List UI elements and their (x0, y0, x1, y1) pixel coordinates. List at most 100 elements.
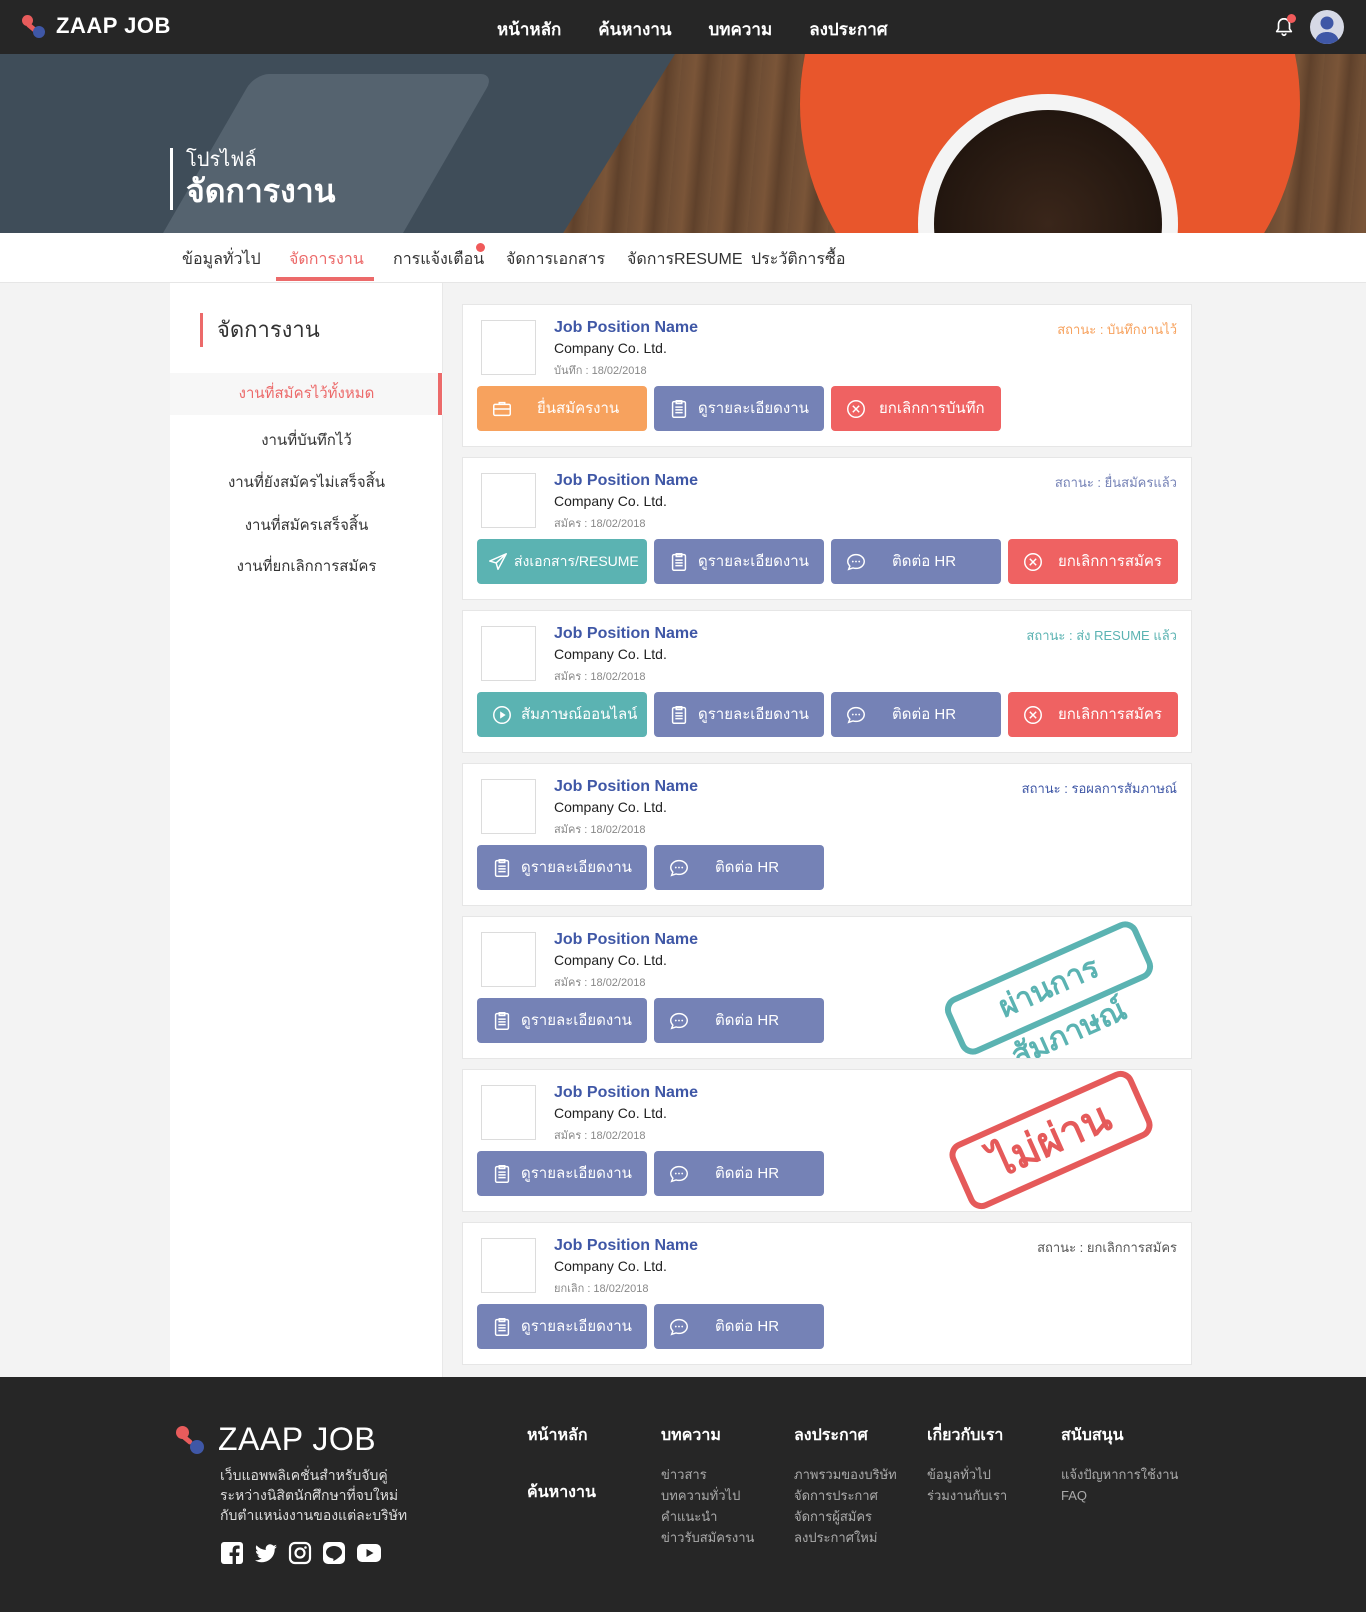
twitter-icon[interactable] (254, 1541, 278, 1565)
job-name[interactable]: Job Position Name (554, 931, 698, 949)
view-details-button[interactable]: ดูรายละเอียดงาน (477, 845, 647, 890)
company-logo (481, 779, 536, 834)
footer-link[interactable]: FAQ (1061, 1485, 1178, 1506)
footer-link[interactable]: ร่วมงานกับเรา (927, 1485, 1007, 1506)
main-nav: หน้าหลัก ค้นหางาน บทความ ลงประกาศ (497, 16, 888, 43)
view-details-button[interactable]: ดูรายละเอียดงาน (477, 1304, 647, 1349)
footer-heading[interactable]: เกี่ยวกับเรา (927, 1423, 1007, 1448)
job-name[interactable]: Job Position Name (554, 778, 698, 796)
job-name[interactable]: Job Position Name (554, 1237, 698, 1255)
contact-hr-button[interactable]: ติดต่อ HR (654, 1151, 824, 1196)
button-label: ดูรายละเอียดงาน (698, 706, 809, 723)
sidebar: จัดการงาน งานที่สมัครไว้ทั้งหมด งานที่บั… (170, 283, 443, 1377)
footer-link-search[interactable]: ค้นหางาน (527, 1480, 596, 1505)
instagram-icon[interactable] (288, 1541, 312, 1565)
button-label: ดูรายละเอียดงาน (698, 400, 809, 417)
job-name[interactable]: Job Position Name (554, 319, 698, 337)
user-icon (1315, 16, 1339, 44)
logo-icon (22, 13, 46, 39)
nav-link-home[interactable]: หน้าหลัก (497, 16, 561, 43)
passed-stamp: ผ่านการสัมภาษณ์ (940, 917, 1158, 1058)
sidebar-item-completed[interactable]: งานที่สมัครเสร็จสิ้น (170, 513, 443, 537)
button-label: ติดต่อ HR (892, 706, 957, 723)
sidebar-item-saved[interactable]: งานที่บันทึกไว้ (170, 428, 443, 452)
footer-link-home[interactable]: หน้าหลัก (527, 1423, 596, 1448)
view-details-button[interactable]: ดูรายละเอียดงาน (654, 692, 824, 737)
job-name[interactable]: Job Position Name (554, 625, 698, 643)
footer-link[interactable]: จัดการประกาศ (794, 1485, 897, 1506)
hero-title-block: โปรไฟล์ จัดการงาน (170, 148, 336, 210)
job-date: ยกเลิก : 18/02/2018 (554, 1283, 649, 1295)
view-details-button[interactable]: ดูรายละเอียดงาน (654, 539, 824, 584)
job-date: สมัคร : 18/02/2018 (554, 1130, 646, 1142)
close-circle-icon (1024, 553, 1042, 571)
tab-purchase-history[interactable]: ประวัติการซื้อ (751, 247, 845, 272)
company-name: Company Co. Ltd. (554, 1105, 667, 1121)
company-logo (481, 473, 536, 528)
button-label: ยกเลิกการสมัคร (1058, 706, 1162, 723)
footer-link[interactable]: ข่าวสาร (661, 1464, 754, 1485)
footer-link[interactable]: ลงประกาศใหม่ (794, 1527, 897, 1548)
footer-col-main: หน้าหลัก ค้นหางาน (527, 1423, 596, 1521)
contact-hr-button[interactable]: ติดต่อ HR (654, 1304, 824, 1349)
chat-icon (670, 1012, 688, 1030)
company-logo (481, 932, 536, 987)
contact-hr-button[interactable]: ติดต่อ HR (654, 998, 824, 1043)
send-resume-button[interactable]: ส่งเอกสาร/RESUME (477, 539, 647, 584)
sidebar-item-cancelled[interactable]: งานที่ยกเลิกการสมัคร (170, 554, 443, 578)
footer-logo[interactable]: ZAAP JOB (176, 1421, 376, 1458)
footer-heading[interactable]: สนับสนุน (1061, 1423, 1178, 1448)
view-details-button[interactable]: ดูรายละเอียดงาน (477, 998, 647, 1043)
footer-heading[interactable]: ลงประกาศ (794, 1423, 897, 1448)
view-details-button[interactable]: ดูรายละเอียดงาน (477, 1151, 647, 1196)
cancel-application-button[interactable]: ยกเลิกการสมัคร (1008, 692, 1178, 737)
company-name: Company Co. Ltd. (554, 952, 667, 968)
tab-notifications[interactable]: การแจ้งเตือน (393, 247, 484, 272)
chat-icon (670, 1318, 688, 1336)
cancel-save-button[interactable]: ยกเลิกการบันทึก (831, 386, 1001, 431)
company-logo (481, 626, 536, 681)
tab-manage-jobs[interactable]: จัดการงาน (289, 247, 364, 272)
nav-link-search[interactable]: ค้นหางาน (598, 16, 671, 43)
job-name[interactable]: Job Position Name (554, 1084, 698, 1102)
job-name[interactable]: Job Position Name (554, 472, 698, 490)
footer-link[interactable]: จัดการผู้สมัคร (794, 1506, 897, 1527)
footer-link[interactable]: แจ้งปัญหาการใช้งาน (1061, 1464, 1178, 1485)
nav-link-post[interactable]: ลงประกาศ (809, 16, 887, 43)
cancel-application-button[interactable]: ยกเลิกการสมัคร (1008, 539, 1178, 584)
line-icon[interactable] (322, 1541, 346, 1565)
online-interview-button[interactable]: สัมภาษณ์ออนไลน์ (477, 692, 647, 737)
contact-hr-button[interactable]: ติดต่อ HR (831, 692, 1001, 737)
footer-link[interactable]: บทความทั่วไป (661, 1485, 754, 1506)
button-label: ติดต่อ HR (715, 1318, 780, 1335)
tab-general-info[interactable]: ข้อมูลทั่วไป (182, 247, 261, 272)
youtube-icon[interactable] (356, 1541, 382, 1565)
button-label: ดูรายละเอียดงาน (521, 859, 632, 876)
chat-icon (670, 859, 688, 877)
footer-link[interactable]: ภาพรวมของบริษัท (794, 1464, 897, 1485)
contact-hr-button[interactable]: ติดต่อ HR (654, 845, 824, 890)
sidebar-item-all-applied[interactable]: งานที่สมัครไว้ทั้งหมด (170, 373, 443, 415)
sidebar-item-incomplete[interactable]: งานที่ยังสมัครไม่เสร็จสิ้น (170, 470, 443, 494)
company-logo (481, 320, 536, 375)
active-tab-indicator (276, 277, 374, 281)
nav-link-articles[interactable]: บทความ (709, 16, 773, 43)
clipboard-icon (671, 400, 687, 418)
footer-link[interactable]: ข้อมูลทั่วไป (927, 1464, 1007, 1485)
footer-link[interactable]: คำแนะนำ (661, 1506, 754, 1527)
close-circle-icon (1024, 706, 1042, 724)
contact-hr-button[interactable]: ติดต่อ HR (831, 539, 1001, 584)
avatar[interactable] (1310, 10, 1344, 44)
view-details-button[interactable]: ดูรายละเอียดงาน (654, 386, 824, 431)
facebook-icon[interactable] (220, 1541, 244, 1565)
footer-link[interactable]: ข่าวรับสมัครงาน (661, 1527, 754, 1548)
hero-subtitle: โปรไฟล์ (186, 149, 257, 171)
failed-stamp: ไม่ผ่าน (945, 1070, 1157, 1211)
send-icon (489, 553, 507, 571)
tab-resume[interactable]: จัดการRESUME (627, 247, 742, 272)
apply-button[interactable]: ยื่นสมัครงาน (477, 386, 647, 431)
tab-documents[interactable]: จัดการเอกสาร (506, 247, 605, 272)
job-card: Job Position Name Company Co. Ltd. สมัคร… (462, 610, 1192, 753)
brand-logo[interactable]: ZAAP JOB (22, 13, 171, 39)
footer-heading[interactable]: บทความ (661, 1423, 754, 1448)
